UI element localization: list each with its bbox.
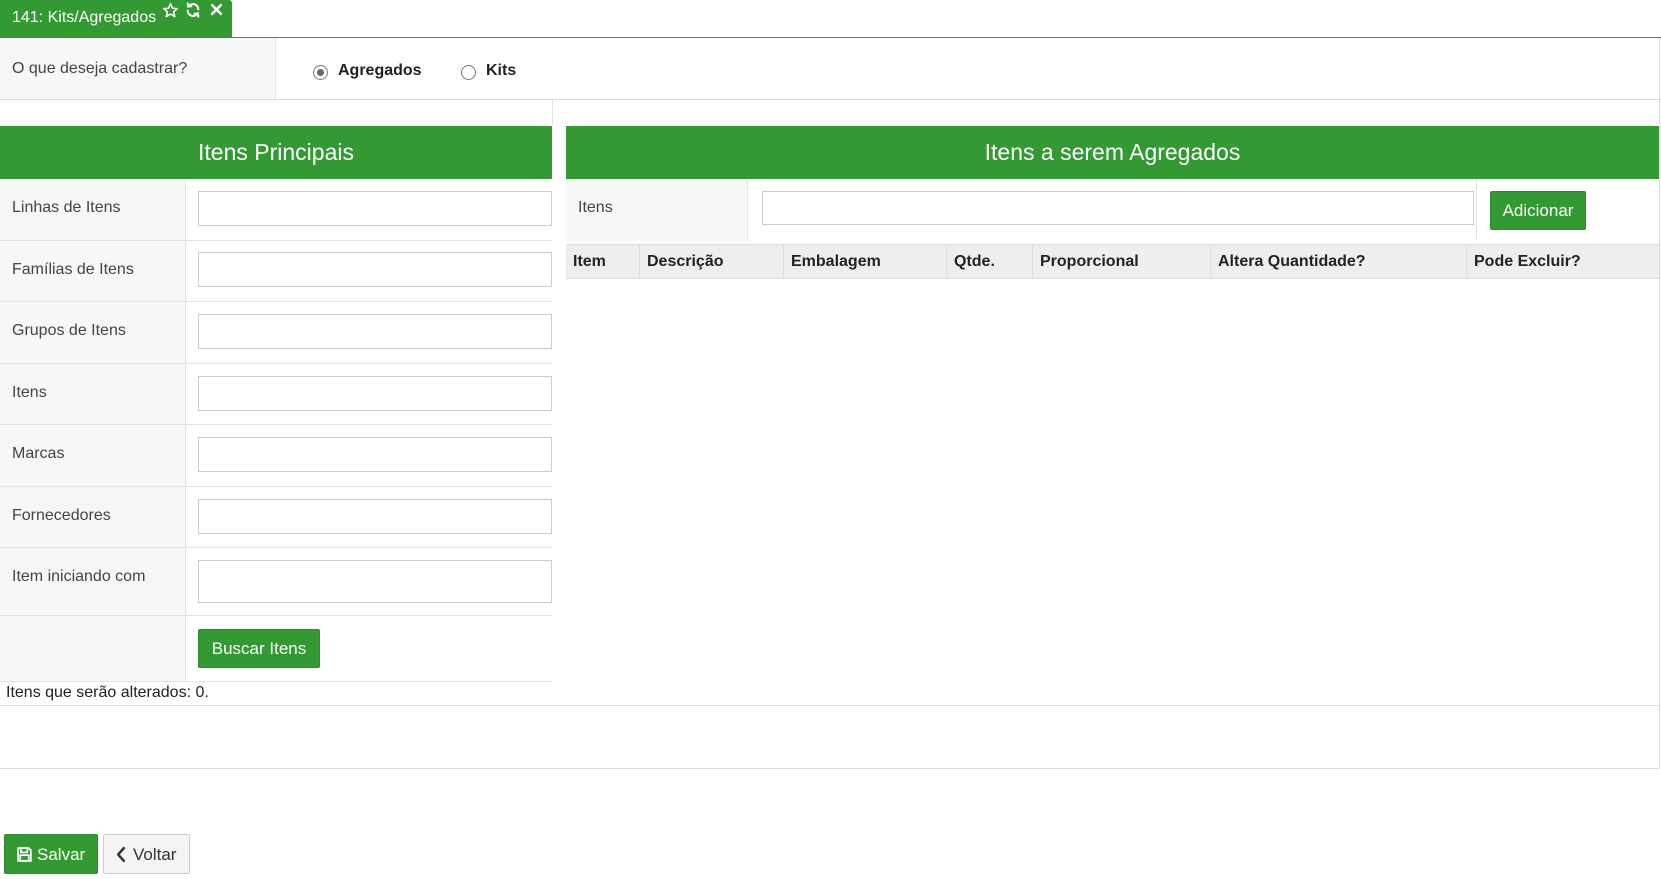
form-row-grupos: Grupos de Itens	[0, 302, 552, 364]
adicionar-button[interactable]: Adicionar	[1490, 191, 1586, 230]
column-header-pode-excluir[interactable]: Pode Excluir?	[1466, 245, 1659, 278]
fornecedores-input[interactable]	[198, 499, 552, 534]
right-items-row: Itens Adicionar	[566, 179, 1659, 241]
radio-kits-circle[interactable]	[461, 65, 476, 80]
right-items-label-cell: Itens	[566, 179, 748, 241]
tab-title: 141: Kits/Agregados	[12, 9, 157, 26]
form-label-cell: Linhas de Itens	[0, 179, 186, 240]
fornecedores-label: Fornecedores	[12, 507, 111, 524]
marcas-input[interactable]	[198, 437, 552, 472]
page-right-border	[1659, 38, 1660, 768]
tab-kits-agregados[interactable]: 141: Kits/Agregados	[0, 0, 232, 38]
salvar-label: Salvar	[37, 845, 86, 864]
divider-line	[0, 705, 1660, 706]
form-row-fornecedores: Fornecedores	[0, 487, 552, 548]
linhas-label: Linhas de Itens	[12, 199, 121, 216]
column-header-proporcional[interactable]: Proporcional	[1032, 245, 1210, 278]
itens-principais-header: Itens Principais	[0, 126, 552, 179]
panel-divider	[552, 100, 553, 126]
items-count-text: Itens que serão alterados: 0.	[6, 684, 209, 701]
form-row-familias: Famílias de Itens	[0, 241, 552, 302]
form-label-cell: Famílias de Itens	[0, 241, 186, 301]
form-label-cell: Marcas	[0, 425, 186, 486]
form-row-linhas: Linhas de Itens	[0, 179, 552, 241]
form-label-cell: Fornecedores	[0, 487, 186, 547]
column-header-descricao[interactable]: Descrição	[639, 245, 783, 278]
chevron-left-icon	[114, 846, 128, 868]
form-label-cell	[0, 616, 186, 681]
add-button-cell: Adicionar	[1476, 179, 1659, 241]
marcas-label: Marcas	[12, 445, 65, 462]
itens-principais-title: Itens Principais	[198, 139, 354, 165]
question-label-cell: O que deseja cadastrar?	[0, 38, 276, 99]
form-row-marcas: Marcas	[0, 425, 552, 487]
column-header-item[interactable]: Item	[566, 245, 639, 278]
refresh-icon[interactable]	[185, 2, 203, 20]
buscar-itens-button[interactable]: Buscar Itens	[198, 629, 320, 668]
itens-input[interactable]	[198, 376, 552, 411]
voltar-button[interactable]: Voltar	[103, 834, 190, 874]
grupos-label: Grupos de Itens	[12, 322, 126, 339]
item-iniciando-label: Item iniciando com	[12, 568, 146, 585]
right-items-input[interactable]	[762, 191, 1474, 225]
form-row-itens: Itens	[0, 364, 552, 425]
linhas-input[interactable]	[198, 191, 552, 226]
familias-label: Famílias de Itens	[12, 261, 134, 278]
column-header-altera-quantidade[interactable]: Altera Quantidade?	[1210, 245, 1466, 278]
item-iniciando-input[interactable]	[198, 560, 552, 603]
radio-kits-label[interactable]: Kits	[486, 62, 516, 80]
form-label-cell: Grupos de Itens	[0, 302, 186, 363]
form-label-cell: Item iniciando com	[0, 548, 186, 615]
column-header-embalagem[interactable]: Embalagem	[783, 245, 946, 278]
salvar-button[interactable]: Salvar	[4, 834, 98, 874]
grupos-input[interactable]	[198, 314, 552, 349]
tab-strip: 141: Kits/Agregados	[0, 0, 1661, 38]
itens-agregados-header: Itens a serem Agregados	[566, 126, 1659, 179]
form-row-item-iniciando: Item iniciando com	[0, 548, 552, 616]
agregados-table-header: Item Descrição Embalagem Qtde. Proporcio…	[566, 244, 1659, 279]
star-icon[interactable]	[162, 2, 180, 20]
save-icon	[16, 846, 33, 868]
radio-agregados-label[interactable]: Agregados	[338, 62, 422, 80]
itens-label: Itens	[12, 384, 47, 401]
form-row-buscar: Buscar Itens	[0, 616, 552, 682]
radio-agregados-circle[interactable]	[313, 65, 328, 80]
voltar-label: Voltar	[133, 845, 177, 864]
divider-line	[0, 768, 1660, 769]
form-label-cell: Itens	[0, 364, 186, 424]
right-items-label: Itens	[578, 199, 613, 216]
question-row: O que deseja cadastrar? Agregados Kits	[0, 38, 1661, 100]
question-label: O que deseja cadastrar?	[12, 60, 188, 77]
close-icon[interactable]	[209, 2, 227, 20]
familias-input[interactable]	[198, 252, 552, 287]
itens-agregados-title: Itens a serem Agregados	[984, 139, 1241, 165]
column-header-qtde[interactable]: Qtde.	[946, 245, 1032, 278]
